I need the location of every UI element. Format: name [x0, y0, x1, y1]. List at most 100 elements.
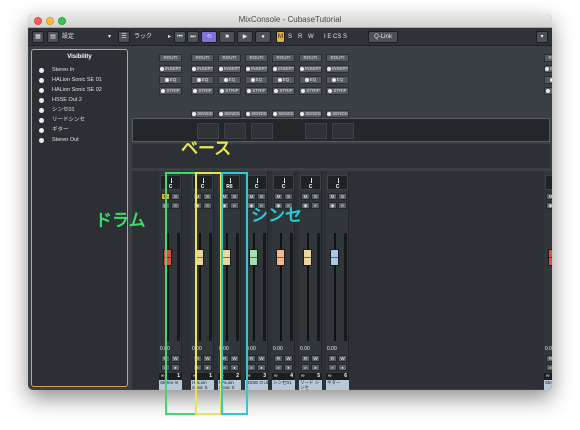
power-icon[interactable]: [273, 111, 278, 116]
channel-name[interactable]: HSSE O ut 2: [245, 380, 268, 390]
record-icon[interactable]: ●: [255, 31, 271, 43]
eq-button[interactable]: EQ: [272, 76, 295, 84]
pan-knob[interactable]: C: [327, 175, 348, 190]
mute-button[interactable]: M: [328, 193, 337, 200]
sends-button[interactable]: SENDS: [299, 110, 322, 118]
insert-button[interactable]: INSERT: [326, 65, 349, 73]
link-icon[interactable]: ∞: [301, 373, 305, 380]
insert-button[interactable]: INSERT: [191, 65, 214, 73]
listen-button[interactable]: ◉: [546, 202, 552, 209]
eq-button[interactable]: EQ: [218, 76, 241, 84]
fader-value[interactable]: 0.00: [327, 346, 348, 353]
inserts-button[interactable]: ●: [257, 364, 266, 371]
bypass-filters[interactable]: I E CS S: [324, 31, 347, 43]
power-icon[interactable]: [219, 66, 223, 71]
routing-button[interactable]: ROUTI: [159, 54, 182, 62]
fader-value[interactable]: 0.00: [545, 346, 552, 353]
pan-knob[interactable]: C: [246, 175, 267, 190]
visibility-toggle-icon[interactable]: [39, 78, 44, 83]
routing-button[interactable]: ROUTI: [191, 54, 214, 62]
visibility-toggle-icon[interactable]: [39, 138, 44, 143]
visibility-item[interactable]: Stereo Out: [32, 136, 127, 145]
rack-dropdown-icon[interactable]: ▸: [168, 31, 171, 43]
visibility-item[interactable]: HALion Sonic SE 01: [32, 76, 127, 85]
mute-button[interactable]: M: [247, 193, 256, 200]
eq-button[interactable]: EQ: [159, 76, 182, 84]
power-icon[interactable]: [220, 88, 225, 93]
routing-button[interactable]: ROUTI: [272, 54, 295, 62]
solo-button[interactable]: S: [257, 193, 266, 200]
routing-button[interactable]: ROUTI: [245, 54, 268, 62]
strip-button[interactable]: STRIP: [326, 87, 349, 95]
prev-channel-icon[interactable]: ⏮: [174, 31, 186, 43]
insert-button[interactable]: INSERT: [245, 65, 268, 73]
power-icon[interactable]: [161, 88, 166, 93]
visibility-item[interactable]: ギター: [32, 126, 127, 135]
edit-channel-button[interactable]: e: [328, 364, 337, 371]
edit-channel-button[interactable]: e: [274, 364, 283, 371]
power-icon[interactable]: [219, 111, 224, 116]
power-icon[interactable]: [193, 88, 198, 93]
strip-button[interactable]: STRIP: [159, 87, 182, 95]
fader-value[interactable]: 0.00: [246, 346, 267, 353]
visibility-toggle-icon[interactable]: [39, 98, 44, 103]
power-icon[interactable]: [328, 88, 333, 93]
write-automation-button[interactable]: W: [284, 355, 293, 362]
edit-button[interactable]: e: [311, 202, 320, 209]
power-icon[interactable]: [274, 88, 279, 93]
eq-button[interactable]: EQ: [299, 76, 322, 84]
insert-button[interactable]: INSERT: [159, 65, 182, 73]
link-icon[interactable]: ∞: [328, 373, 332, 380]
insert-button[interactable]: INSERT: [299, 65, 322, 73]
channel-name[interactable]: Stereo Out: [544, 380, 552, 390]
channel-name[interactable]: リード シンセ: [299, 380, 322, 390]
edit-channel-button[interactable]: e: [301, 364, 310, 371]
read-automation-button[interactable]: R: [301, 355, 310, 362]
rack-icon[interactable]: ☰: [118, 31, 130, 43]
fader-value[interactable]: 0.00: [273, 346, 294, 353]
edit-channel-button[interactable]: e: [546, 364, 552, 371]
fader-handle[interactable]: [303, 249, 312, 266]
fader-handle[interactable]: [548, 249, 552, 266]
strip-button[interactable]: STRIP: [272, 87, 295, 95]
settings-dropdown-icon[interactable]: ▾: [108, 31, 111, 43]
power-icon[interactable]: [300, 66, 304, 71]
strip-button[interactable]: STRIP: [299, 87, 322, 95]
edit-button[interactable]: e: [338, 202, 347, 209]
visibility-item[interactable]: HALion Sonic SE 02: [32, 86, 127, 95]
layout-icon[interactable]: ▦: [32, 31, 44, 43]
listen-button[interactable]: ◉: [301, 202, 310, 209]
solo-button[interactable]: S: [284, 193, 293, 200]
visibility-toggle-icon[interactable]: [39, 128, 44, 133]
read-automation-button[interactable]: R: [328, 355, 337, 362]
next-channel-icon[interactable]: ⏭: [187, 31, 199, 43]
power-icon[interactable]: [277, 77, 282, 82]
write-automation-button[interactable]: W: [338, 355, 347, 362]
qlink-button[interactable]: Q-Link: [368, 31, 398, 43]
send-slot[interactable]: [197, 123, 219, 139]
pan-knob[interactable]: C: [273, 175, 294, 190]
power-icon[interactable]: [196, 77, 201, 82]
visibility-item[interactable]: シンセ01: [32, 106, 127, 115]
mute-button[interactable]: M: [301, 193, 310, 200]
send-slot[interactable]: [305, 123, 327, 139]
mute-button[interactable]: M: [546, 193, 552, 200]
inserts-button[interactable]: ●: [311, 364, 320, 371]
power-icon[interactable]: [192, 66, 196, 71]
strip-button[interactable]: STRIP: [544, 87, 552, 95]
power-icon[interactable]: [164, 77, 169, 82]
eq-button[interactable]: EQ: [326, 76, 349, 84]
inserts-button[interactable]: ●: [338, 364, 347, 371]
write-all-button[interactable]: W: [308, 31, 314, 43]
sends-button[interactable]: SENDS: [191, 110, 214, 118]
send-slot[interactable]: [224, 123, 246, 139]
power-icon[interactable]: [301, 88, 306, 93]
routing-button[interactable]: ROUTI: [544, 54, 552, 62]
sends-button[interactable]: SENDS: [326, 110, 349, 118]
power-icon[interactable]: [304, 77, 309, 82]
routing-button[interactable]: ROUTI: [326, 54, 349, 62]
power-icon[interactable]: [192, 111, 197, 116]
power-icon[interactable]: [331, 77, 336, 82]
read-automation-button[interactable]: R: [546, 355, 552, 362]
pan-knob[interactable]: C: [300, 175, 321, 190]
